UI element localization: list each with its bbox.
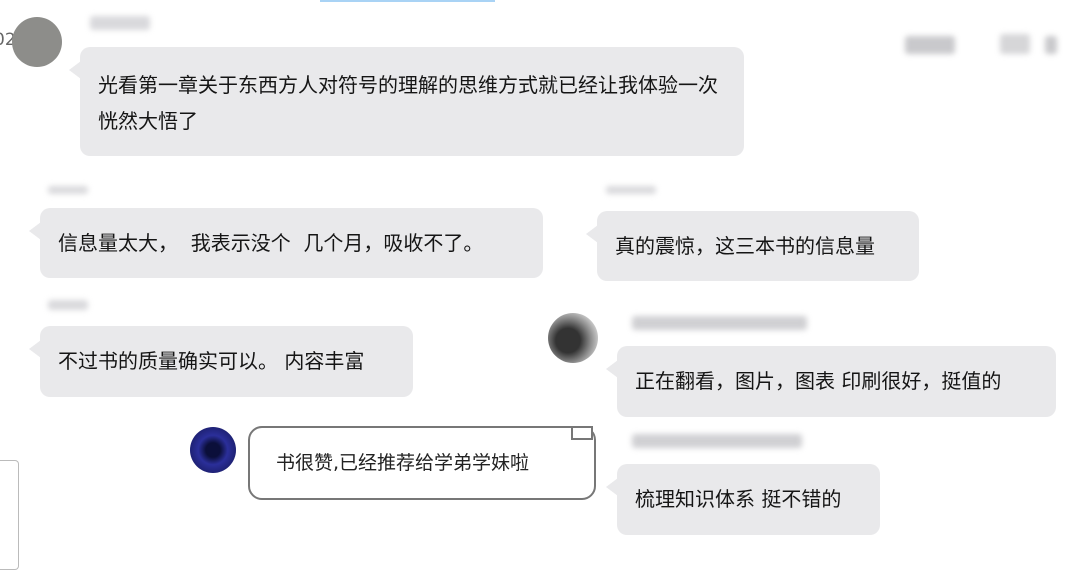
- avatar[interactable]: [548, 313, 598, 363]
- chat-message-bubble: 真的震惊，这三本书的信息量: [586, 211, 919, 281]
- message-text: 梳理知识体系 挺不错的: [635, 487, 842, 511]
- message-text: 不过书的质量确实可以。 内容丰富: [58, 349, 365, 373]
- sender-name-blurred: [48, 300, 88, 310]
- sender-name-blurred: [632, 316, 807, 330]
- message-text: 书很赞,已经推荐给学弟学妹啦: [276, 452, 530, 474]
- blurred-region: [905, 36, 955, 54]
- top-divider: [320, 0, 495, 2]
- sender-name-blurred: [90, 16, 150, 30]
- decorative-square: [571, 426, 593, 440]
- chat-message-bubble: 不过书的质量确实可以。 内容丰富: [29, 326, 413, 397]
- sender-name-blurred: [606, 186, 656, 194]
- chat-message-bubble: 光看第一章关于东西方人对符号的理解的思维方式就已经让我体验一次恍然大悟了: [69, 47, 744, 156]
- message-text: 正在翻看，图片，图表 印刷很好，挺值的: [635, 369, 1002, 393]
- chat-message-bubble-outlined: 书很赞,已经推荐给学弟学妹啦: [248, 426, 596, 500]
- sender-name-blurred: [632, 434, 802, 448]
- chat-message-bubble: 正在翻看，图片，图表 印刷很好，挺值的: [606, 346, 1056, 417]
- blurred-region: [1000, 34, 1030, 54]
- message-text: 信息量太大， 我表示没个 几个月，吸收不了。: [58, 231, 484, 255]
- chat-message-bubble: 信息量太大， 我表示没个 几个月，吸收不了。: [29, 208, 543, 278]
- blurred-region: [1045, 36, 1057, 54]
- sender-name-blurred: [48, 186, 88, 194]
- chat-message-bubble: 梳理知识体系 挺不错的: [606, 464, 880, 535]
- message-text: 真的震惊，这三本书的信息量: [615, 234, 875, 258]
- partial-frame: [0, 460, 19, 570]
- message-text: 光看第一章关于东西方人对符号的理解的思维方式就已经让我体验一次恍然大悟了: [98, 73, 718, 133]
- avatar[interactable]: [12, 17, 62, 67]
- avatar[interactable]: [190, 427, 236, 473]
